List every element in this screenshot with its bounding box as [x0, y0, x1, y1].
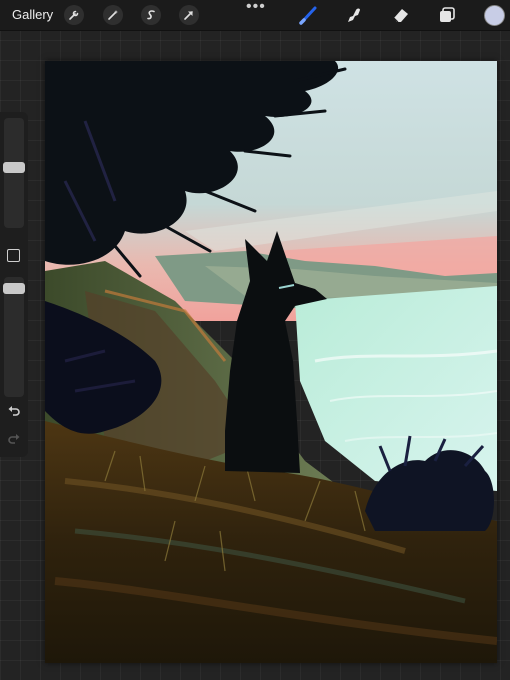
drawing-canvas[interactable]	[45, 61, 497, 663]
undo-icon[interactable]	[7, 404, 21, 418]
gallery-button[interactable]: Gallery	[12, 7, 53, 22]
more-options-button[interactable]: •••	[246, 0, 266, 15]
top-toolbar: Gallery •••	[0, 0, 510, 31]
opacity-slider[interactable]	[4, 277, 24, 397]
left-sidebar	[0, 112, 28, 457]
brush-icon[interactable]	[298, 4, 320, 26]
smudge-icon[interactable]	[343, 4, 365, 26]
redo-icon[interactable]	[7, 432, 21, 446]
brush-size-slider[interactable]	[4, 118, 24, 228]
square-modify-icon[interactable]	[7, 249, 20, 262]
painting	[45, 61, 497, 663]
transform-arrow-icon[interactable]	[179, 5, 199, 25]
magic-wand-icon[interactable]	[103, 5, 123, 25]
selection-icon[interactable]	[141, 5, 161, 25]
brush-size-slider-thumb[interactable]	[3, 162, 25, 173]
wrench-icon[interactable]	[64, 5, 84, 25]
layers-icon[interactable]	[436, 4, 458, 26]
opacity-slider-thumb[interactable]	[3, 283, 25, 294]
current-color-swatch[interactable]	[484, 5, 505, 26]
eraser-icon[interactable]	[390, 4, 412, 26]
